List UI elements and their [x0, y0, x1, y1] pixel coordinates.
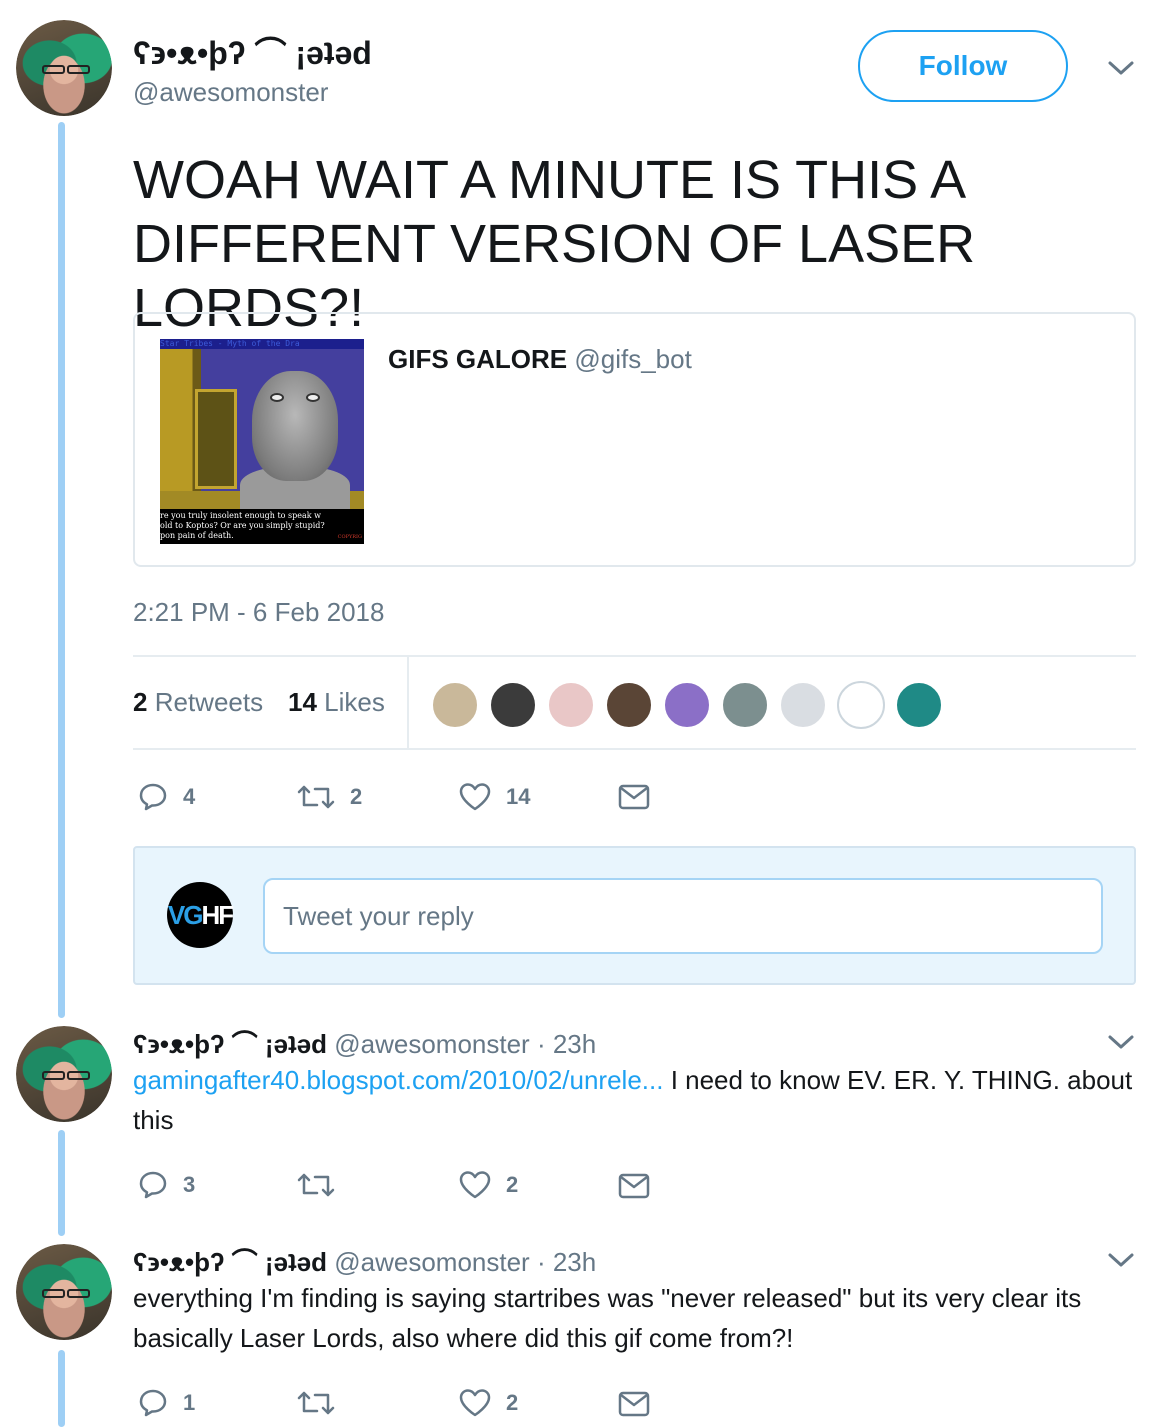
thread-line: [58, 1130, 65, 1236]
heart-icon: [459, 783, 491, 811]
retweet-action[interactable]: 2: [296, 781, 362, 813]
avatar[interactable]: [16, 1026, 112, 1122]
like-action[interactable]: 2: [458, 1169, 518, 1201]
retweet-icon: [297, 1391, 335, 1415]
display-name[interactable]: ʕ϶•ᴥ•ϸʔ ⌒ ¡ǝʇǝd: [133, 28, 372, 74]
dm-action[interactable]: [618, 1390, 650, 1418]
user-handle[interactable]: @awesomonster: [334, 1247, 529, 1277]
reply-time[interactable]: · 23h: [537, 1029, 596, 1059]
quoted-gif-thumbnail[interactable]: Star Tribes - Myth of the Dra re you tru…: [160, 339, 364, 544]
reply-text: gamingafter40.blogspot.com/2010/02/unrel…: [133, 1065, 1133, 1135]
retweet-action[interactable]: [296, 1387, 350, 1419]
liker-avatar[interactable]: [489, 681, 537, 729]
dm-action[interactable]: [618, 1172, 650, 1200]
avatar[interactable]: [16, 20, 112, 116]
quoted-author[interactable]: GIFS GALORE @gifs_bot: [388, 344, 692, 375]
reply-composer: VG HF: [133, 846, 1136, 985]
tweet-stats: 2 Retweets 14 Likes: [133, 655, 1136, 750]
retweet-icon: [297, 785, 335, 809]
envelope-icon: [618, 784, 650, 810]
retweet-action[interactable]: [296, 1169, 350, 1201]
current-user-avatar[interactable]: VG HF: [167, 882, 234, 948]
avatar[interactable]: [16, 1244, 112, 1340]
dm-action[interactable]: [618, 783, 650, 811]
chevron-down-icon[interactable]: [1106, 1030, 1136, 1054]
quoted-tweet-card[interactable]: Star Tribes - Myth of the Dra re you tru…: [133, 312, 1136, 567]
quoted-author-handle: @gifs_bot: [574, 344, 692, 374]
chevron-down-icon[interactable]: [1106, 56, 1136, 80]
heart-icon: [459, 1171, 491, 1199]
liker-avatar[interactable]: [779, 681, 827, 729]
like-action[interactable]: 2: [458, 1387, 518, 1419]
liker-avatar[interactable]: [837, 681, 885, 729]
liker-avatar[interactable]: [605, 681, 653, 729]
liker-avatar[interactable]: [895, 681, 943, 729]
reply-action[interactable]: 4: [137, 781, 195, 813]
likes-stat[interactable]: 14 Likes: [288, 687, 385, 718]
envelope-icon: [618, 1391, 650, 1417]
reply-icon: [139, 1389, 167, 1417]
follow-button[interactable]: Follow: [858, 30, 1068, 102]
retweets-stat[interactable]: 2 Retweets: [133, 687, 263, 718]
reply-input[interactable]: [263, 878, 1103, 954]
heart-icon: [459, 1389, 491, 1417]
tweet-timestamp[interactable]: 2:21 PM - 6 Feb 2018: [133, 597, 384, 628]
display-name[interactable]: ʕ϶•ᴥ•ϸʔ ⌒ ¡ǝʇǝd: [133, 1247, 327, 1277]
chevron-down-icon[interactable]: [1106, 1248, 1136, 1272]
reply-action[interactable]: 3: [137, 1169, 195, 1201]
liker-avatar[interactable]: [721, 681, 769, 729]
liker-avatar[interactable]: [663, 681, 711, 729]
reply-icon: [139, 783, 167, 811]
reply-action[interactable]: 1: [137, 1387, 195, 1419]
thread-line: [58, 1350, 65, 1427]
user-handle[interactable]: @awesomonster: [133, 77, 328, 108]
reply-time[interactable]: · 23h: [537, 1247, 596, 1277]
retweet-icon: [297, 1173, 335, 1197]
like-action[interactable]: 14: [458, 781, 530, 813]
reply-icon: [139, 1171, 167, 1199]
envelope-icon: [618, 1173, 650, 1199]
liker-avatar[interactable]: [431, 681, 479, 729]
thread-line: [58, 122, 65, 1018]
gif-title-text: Star Tribes - Myth of the Dra: [160, 339, 364, 349]
reply-link[interactable]: gamingafter40.blogspot.com/2010/02/unrel…: [133, 1065, 663, 1095]
gif-scene: [160, 349, 364, 512]
reply-header: ʕ϶•ᴥ•ϸʔ ⌒ ¡ǝʇǝd @awesomonster · 23h: [133, 1024, 596, 1061]
quoted-author-name: GIFS GALORE: [388, 344, 568, 374]
liker-avatar[interactable]: [547, 681, 595, 729]
gif-caption: re you truly insolent enough to speak w …: [160, 509, 364, 544]
reply-header: ʕ϶•ᴥ•ϸʔ ⌒ ¡ǝʇǝd @awesomonster · 23h: [133, 1242, 596, 1279]
display-name[interactable]: ʕ϶•ᴥ•ϸʔ ⌒ ¡ǝʇǝd: [133, 1029, 327, 1059]
user-handle[interactable]: @awesomonster: [334, 1029, 529, 1059]
reply-text: everything I'm finding is saying startri…: [133, 1283, 1082, 1353]
